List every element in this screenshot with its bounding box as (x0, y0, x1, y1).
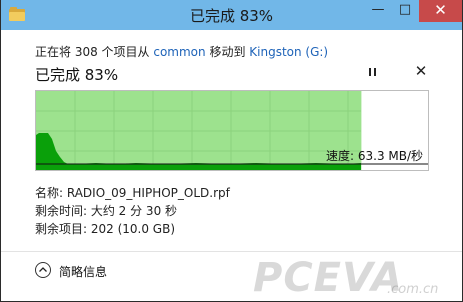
transfer-speed-graph: 速度: 63.3 MB/秒 (35, 90, 429, 171)
destination-drive-link[interactable]: Kingston (G:) (249, 45, 328, 59)
source-folder-link[interactable]: common (153, 45, 205, 59)
minimize-button[interactable]: — (365, 0, 391, 22)
file-name: 名称: RADIO_09_HIPHOP_OLD.rpf (35, 186, 230, 200)
copy-description-middle: 移动到 (205, 45, 250, 59)
maximize-button[interactable]: □ (392, 0, 418, 22)
pceva-watermark-suffix: .com.cn (387, 282, 439, 297)
transfer-details: 名称: RADIO_09_HIPHOP_OLD.rpf 剩余时间: 大约 2 分… (35, 184, 230, 238)
pause-button[interactable] (365, 66, 379, 80)
speed-label: 速度: 63.3 MB/秒 (326, 149, 424, 163)
close-button[interactable]: ✕ (419, 0, 462, 22)
footer-divider (1, 251, 462, 252)
pceva-watermark: PCEVA (253, 255, 404, 301)
copy-description-prefix: 正在将 308 个项目从 (35, 45, 154, 59)
cancel-operation-button[interactable]: ✕ (413, 62, 429, 80)
less-details-label: 简略信息 (59, 265, 108, 279)
file-operation-window: 已完成 83% — □ ✕ 正在将 308 个项目从 common 移动到 Ki… (0, 0, 463, 302)
progress-heading: 已完成 83% (35, 66, 119, 84)
pause-icon (369, 68, 371, 76)
time-remaining: 剩余时间: 大约 2 分 30 秒 (35, 204, 178, 218)
items-remaining: 剩余项目: 202 (10.0 GB) (35, 222, 176, 236)
copy-description: 正在将 308 个项目从 common 移动到 Kingston (G:) (35, 43, 328, 60)
chevron-up-icon (35, 262, 51, 278)
title-bar[interactable]: 已完成 83% — □ ✕ (1, 0, 462, 30)
